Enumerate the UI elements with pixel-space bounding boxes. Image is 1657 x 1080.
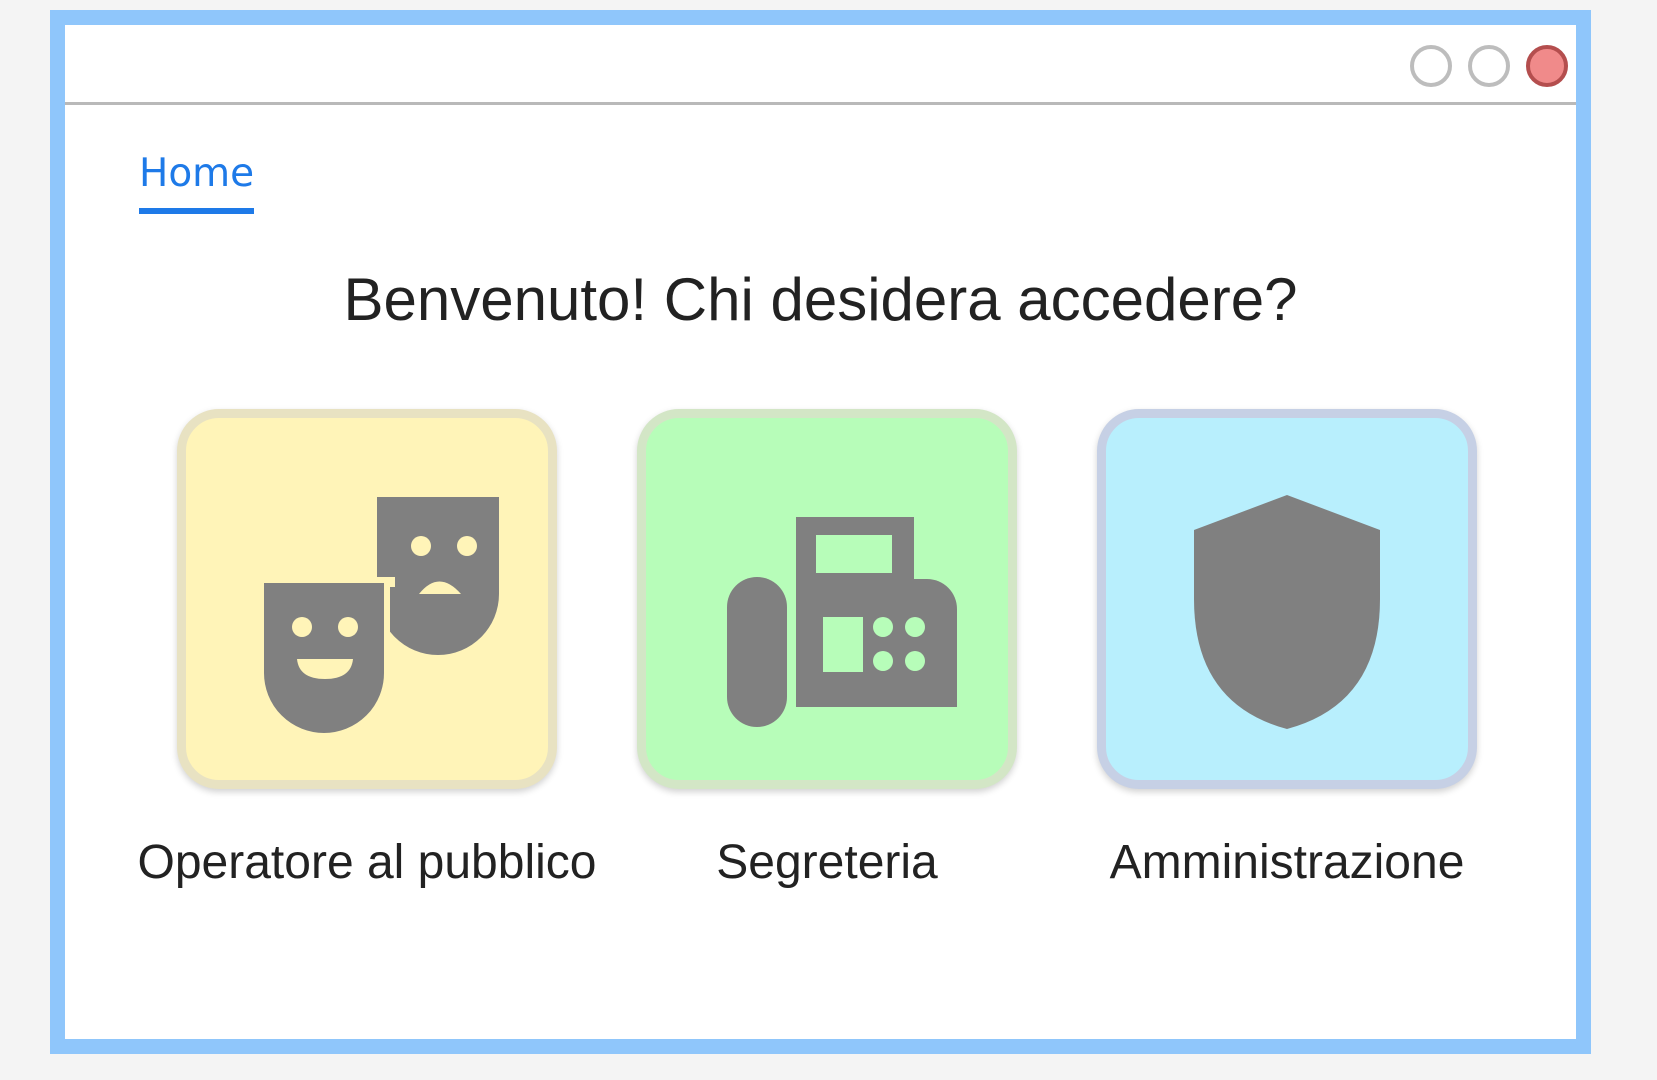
- tab-home[interactable]: Home: [139, 152, 255, 214]
- window-controls: [1410, 45, 1568, 87]
- operatore-tile[interactable]: [177, 409, 557, 789]
- maximize-button[interactable]: [1468, 45, 1510, 87]
- amministrazione-tile[interactable]: [1097, 409, 1477, 789]
- theater-masks-icon: [255, 497, 499, 739]
- shield-icon: [1194, 495, 1380, 729]
- amministrazione-label[interactable]: Amministrazione: [1007, 835, 1567, 890]
- minimize-button[interactable]: [1410, 45, 1452, 87]
- welcome-heading: Benvenuto! Chi desidera accedere?: [343, 266, 1298, 333]
- close-button[interactable]: [1526, 45, 1568, 87]
- app-window: Home Benvenuto! Chi desidera accedere? O…: [50, 10, 1591, 1054]
- nav-tabs: Home: [139, 152, 255, 214]
- title-bar: [65, 25, 1576, 105]
- segreteria-tile[interactable]: [637, 409, 1017, 789]
- fax-machine-icon: [727, 517, 957, 727]
